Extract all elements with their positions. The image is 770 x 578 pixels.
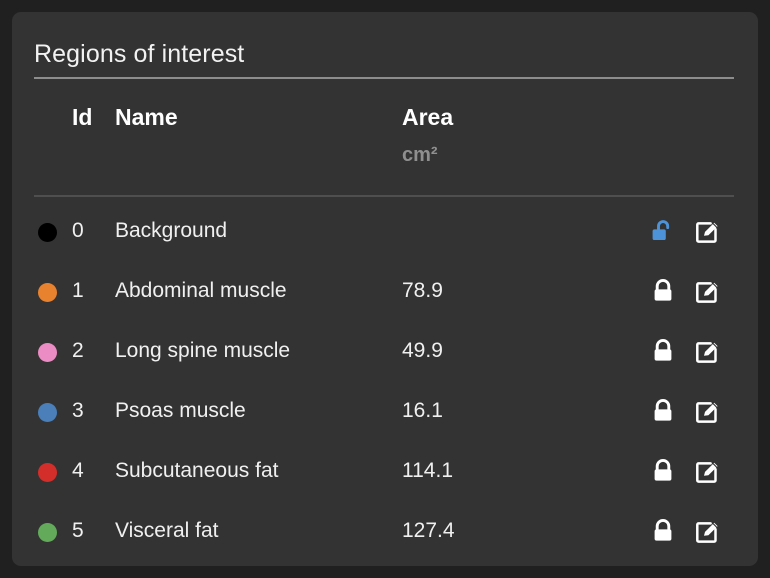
table-row[interactable]: 5 Visceral fat 127.4 (12, 502, 758, 562)
region-name: Visceral fat (115, 519, 219, 542)
region-color-swatch (38, 463, 57, 482)
region-id: 0 (72, 219, 84, 242)
table-row[interactable]: 0 Background (12, 202, 758, 262)
column-header-id: Id (72, 104, 93, 130)
region-id: 1 (72, 279, 84, 302)
region-id: 5 (72, 519, 84, 542)
region-id: 4 (72, 459, 84, 482)
region-area: 49.9 (402, 339, 443, 362)
column-header-name: Name (115, 104, 178, 130)
table-row[interactable]: 2 Long spine muscle 49.9 (12, 322, 758, 382)
lock-icon[interactable] (649, 518, 677, 546)
title-divider (34, 77, 734, 79)
edit-pencil-icon[interactable] (693, 458, 721, 486)
region-area: 78.9 (402, 279, 443, 302)
lock-icon[interactable] (649, 338, 677, 366)
table-body: 0 Background 1 Abdominal muscle 78.9 2 Long sp… (12, 202, 758, 562)
column-header-area-unit: cm² (402, 144, 438, 166)
region-color-swatch (38, 403, 57, 422)
region-id: 2 (72, 339, 84, 362)
region-name: Long spine muscle (115, 339, 291, 362)
region-id: 3 (72, 399, 84, 422)
table-row[interactable]: 3 Psoas muscle 16.1 (12, 382, 758, 442)
regions-of-interest-card: Regions of interest Id Name Area cm² 0 Ba… (12, 12, 758, 566)
table-header-row: Id Name Area cm² (12, 98, 758, 197)
region-name: Subcutaneous fat (115, 459, 279, 482)
region-area: 114.1 (402, 459, 453, 482)
region-name: Abdominal muscle (115, 279, 287, 302)
regions-table: Id Name Area cm² 0 Background 1 Abdominal m… (12, 98, 758, 543)
header-divider (34, 195, 734, 197)
lock-icon[interactable] (649, 398, 677, 426)
edit-pencil-icon[interactable] (693, 518, 721, 546)
region-color-swatch (38, 283, 57, 302)
column-header-area: Area (402, 104, 454, 130)
region-area: 127.4 (402, 519, 455, 542)
region-name: Background (115, 219, 228, 242)
region-color-swatch (38, 343, 57, 362)
edit-pencil-icon[interactable] (693, 278, 721, 306)
unlock-icon[interactable] (649, 218, 677, 246)
region-color-swatch (38, 523, 57, 542)
edit-pencil-icon[interactable] (693, 338, 721, 366)
region-color-swatch (38, 223, 57, 242)
page-title: Regions of interest (34, 40, 245, 68)
lock-icon[interactable] (649, 458, 677, 486)
table-row[interactable]: 1 Abdominal muscle 78.9 (12, 262, 758, 322)
lock-icon[interactable] (649, 278, 677, 306)
edit-pencil-icon[interactable] (693, 218, 721, 246)
edit-pencil-icon[interactable] (693, 398, 721, 426)
table-row[interactable]: 4 Subcutaneous fat 114.1 (12, 442, 758, 502)
region-name: Psoas muscle (115, 399, 246, 422)
region-area: 16.1 (402, 399, 443, 422)
